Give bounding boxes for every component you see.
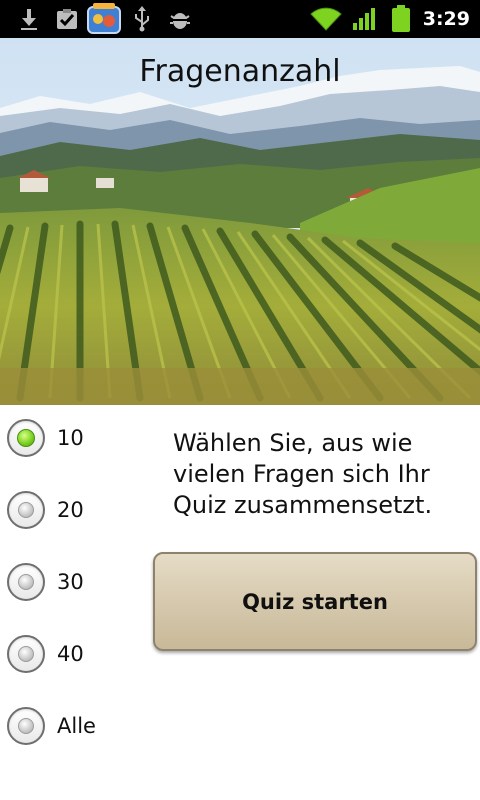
app-notification-icon — [84, 0, 124, 38]
status-time: 3:29 — [422, 8, 470, 30]
signal-icon — [350, 0, 380, 38]
radio-label: 30 — [57, 570, 84, 594]
header-image: Fragenanzahl — [0, 38, 480, 405]
radio-option-alle[interactable]: Alle — [7, 704, 96, 748]
wifi-icon — [308, 0, 344, 38]
radio-unselected-indicator — [18, 646, 34, 662]
radio-selected-indicator — [17, 429, 35, 447]
radio-label: Alle — [57, 714, 96, 738]
page-title: Fragenanzahl — [139, 54, 341, 89]
android-debug-icon — [166, 0, 194, 38]
start-quiz-button[interactable]: Quiz starten — [153, 552, 477, 651]
radio-button[interactable] — [7, 563, 45, 601]
radio-label: 40 — [57, 642, 84, 666]
radio-label: 20 — [57, 498, 84, 522]
battery-icon — [388, 0, 414, 38]
radio-button[interactable] — [7, 491, 45, 529]
radio-button[interactable] — [7, 635, 45, 673]
status-bar: 3:29 — [0, 0, 480, 38]
radio-option-30[interactable]: 30 — [7, 560, 84, 604]
radio-button[interactable] — [7, 707, 45, 745]
download-icon — [14, 0, 44, 38]
radio-option-20[interactable]: 20 — [7, 488, 84, 532]
radio-unselected-indicator — [18, 574, 34, 590]
radio-option-40[interactable]: 40 — [7, 632, 84, 676]
usb-icon — [128, 0, 156, 38]
radio-button[interactable] — [7, 419, 45, 457]
radio-unselected-indicator — [18, 502, 34, 518]
radio-unselected-indicator — [18, 718, 34, 734]
radio-label: 10 — [57, 426, 84, 450]
radio-option-10[interactable]: 10 — [7, 416, 84, 460]
clipboard-check-icon — [52, 0, 82, 38]
instruction-text: Wählen Sie, aus wie vielen Fragen sich I… — [173, 429, 433, 519]
